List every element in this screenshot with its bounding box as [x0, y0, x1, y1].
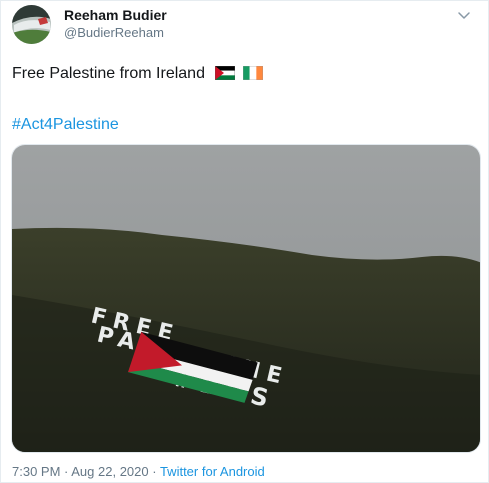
tweet-source-link[interactable]: Twitter for Android — [160, 464, 265, 479]
avatar[interactable] — [12, 5, 51, 44]
tweet-time[interactable]: 7:30 PM — [12, 464, 60, 479]
tweet-text-body: Free Palestine from Ireland — [12, 65, 205, 82]
hashtag-link[interactable]: #Act4Palestine — [12, 115, 119, 135]
chevron-down-icon[interactable] — [456, 7, 472, 23]
user-handle[interactable]: @BudierReeham — [64, 25, 164, 41]
tweet-metadata: 7:30 PM · Aug 22, 2020 · Twitter for And… — [12, 464, 265, 480]
palestine-flag-icon — [215, 66, 236, 80]
avatar-image — [12, 5, 51, 44]
meta-separator: · — [60, 464, 72, 479]
ireland-flag-icon — [242, 66, 263, 80]
display-name[interactable]: Reeham Budier — [64, 7, 167, 24]
meta-separator: · — [148, 464, 160, 479]
tweet-card: Reeham Budier @BudierReeham Free Palesti… — [0, 0, 489, 483]
tweet-date[interactable]: Aug 22, 2020 — [71, 464, 148, 479]
tweet-text: Free Palestine from Ireland — [12, 64, 263, 84]
tweet-photo[interactable]: FREE PALESTINE #BDS — [11, 144, 481, 453]
